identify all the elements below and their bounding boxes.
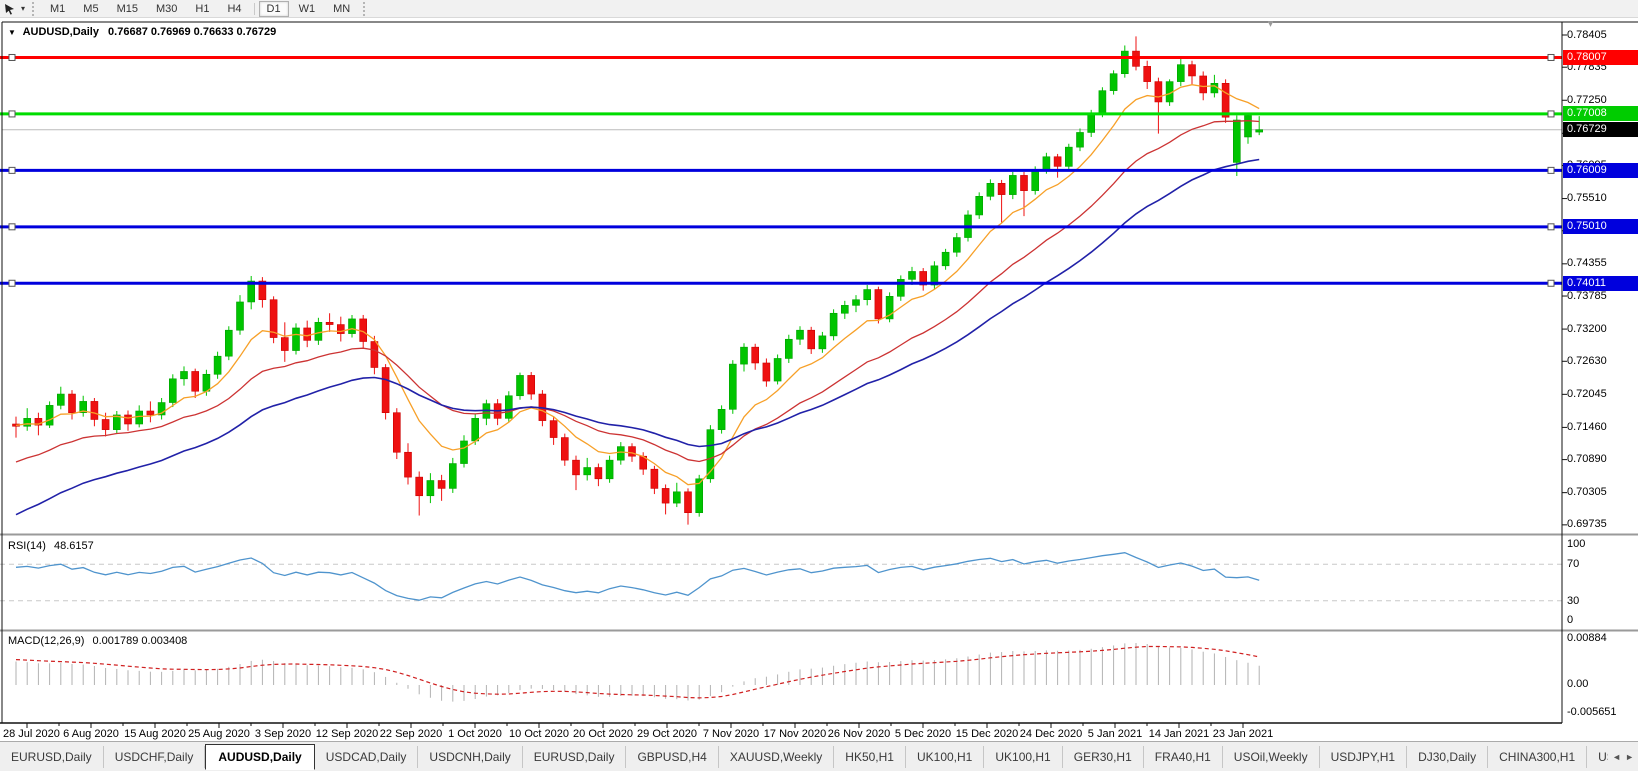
macd-title: MACD(12,26,9) — [8, 635, 84, 647]
timeframe-buttons: M1M5M15M30H1H4 D1W1MN — [41, 1, 359, 17]
rsi-indicator-label: RSI(14) 48.6157 — [8, 540, 94, 552]
rsi-axis-label: 0 — [1567, 614, 1573, 627]
rsi-axis-label: 30 — [1567, 595, 1579, 608]
symbol-tab-uk100-h1[interactable]: UK100,H1 — [984, 746, 1062, 768]
chevron-down-icon[interactable]: ▼ — [8, 28, 16, 37]
price-axis-tick: 0.75510 — [1567, 192, 1607, 205]
chart-title: ▼ AUDUSD,Daily 0.76687 0.76969 0.76633 0… — [8, 26, 276, 38]
symbol-tab-usdjpy-h1[interactable]: USDJPY,H1 — [1320, 746, 1407, 768]
date-axis-label: 15 Dec 2020 — [956, 728, 1018, 740]
date-axis-label: 14 Jan 2021 — [1149, 728, 1210, 740]
tab-scroll-nav: ◄ ► — [1608, 752, 1638, 762]
date-axis-label: 5 Jan 2021 — [1088, 728, 1142, 740]
chart-canvas[interactable] — [0, 18, 1638, 741]
chevron-down-icon[interactable]: ▾ — [18, 4, 28, 13]
date-axis-label: 20 Oct 2020 — [573, 728, 633, 740]
date-axis-label: 3 Sep 2020 — [255, 728, 311, 740]
date-axis-label: 7 Nov 2020 — [703, 728, 759, 740]
date-axis-label: 26 Nov 2020 — [828, 728, 890, 740]
toolbar-separator — [254, 3, 255, 15]
date-axis-label: 29 Oct 2020 — [637, 728, 697, 740]
symbol-tab-audusd-daily[interactable]: AUDUSD,Daily — [205, 744, 314, 770]
timeframe-button-m5[interactable]: M5 — [75, 1, 106, 17]
macd-axis-label: 0.00 — [1567, 678, 1588, 691]
symbol-tab-hk50-h1[interactable]: HK50,H1 — [834, 746, 906, 768]
symbol-tab-usdcad-daily[interactable]: USDCAD,Daily — [315, 746, 419, 768]
date-axis-label: 6 Aug 2020 — [63, 728, 119, 740]
date-axis-label: 5 Dec 2020 — [895, 728, 951, 740]
macd-axis-label: -0.005651 — [1567, 706, 1617, 719]
symbol-tab-usdcnh-daily[interactable]: USDCNH,Daily — [418, 746, 522, 768]
price-axis-tick: 0.78405 — [1567, 29, 1607, 42]
price-axis-tick: 0.72045 — [1567, 388, 1607, 401]
date-axis-label: 23 Jan 2021 — [1213, 728, 1274, 740]
symbol-tabs: EURUSD,DailyUSDCHF,DailyAUDUSD,DailyUSDC… — [0, 742, 1608, 771]
symbol-tab-usdchf-daily[interactable]: USDCHF,Daily — [104, 746, 206, 768]
price-axis-tick: 0.73200 — [1567, 323, 1607, 336]
symbol-tab-eurusd-daily[interactable]: EURUSD,Daily — [523, 746, 627, 768]
price-line-badge: 0.75010 — [1563, 219, 1638, 234]
rsi-axis-label: 70 — [1567, 558, 1579, 571]
toolbar-grip[interactable] — [32, 2, 37, 16]
date-axis-label: 12 Sep 2020 — [316, 728, 378, 740]
timeframe-button-d1[interactable]: D1 — [259, 1, 289, 17]
chart-shift-marker-icon[interactable]: ▾ — [1268, 19, 1273, 30]
macd-axis-label: 0.00884 — [1567, 632, 1607, 645]
price-line-badge: 0.78007 — [1563, 50, 1638, 65]
symbol-tab-china300-h1[interactable]: CHINA300,H1 — [1488, 746, 1587, 768]
symbol-tab-gbpusd-h4[interactable]: GBPUSD,H4 — [626, 746, 718, 768]
rsi-axis-label: 100 — [1567, 538, 1585, 551]
symbol-tab-uk100-h1[interactable]: UK100,H1 — [906, 746, 984, 768]
price-axis-tick: 0.74355 — [1567, 257, 1607, 270]
current-price-badge: 0.76729 — [1563, 122, 1638, 137]
symbol-tab-us[interactable]: US — [1587, 746, 1608, 768]
cursor-tool-icon[interactable] — [2, 2, 18, 16]
price-axis-tick: 0.77250 — [1567, 94, 1607, 107]
timeframe-button-h4[interactable]: H4 — [219, 1, 249, 17]
price-axis-tick: 0.71460 — [1567, 421, 1607, 434]
tab-scroll-right-icon[interactable]: ► — [1625, 752, 1634, 762]
price-axis-tick: 0.69735 — [1567, 518, 1607, 531]
price-axis-tick: 0.72630 — [1567, 355, 1607, 368]
price-axis-tick: 0.73785 — [1567, 290, 1607, 303]
chart-window: ▼ AUDUSD,Daily 0.76687 0.76969 0.76633 0… — [0, 18, 1638, 741]
date-axis-label: 10 Oct 2020 — [509, 728, 569, 740]
symbol-tab-xauusd-weekly[interactable]: XAUUSD,Weekly — [719, 746, 834, 768]
symbol-tabbar: EURUSD,DailyUSDCHF,DailyAUDUSD,DailyUSDC… — [0, 741, 1638, 771]
date-axis-label: 22 Sep 2020 — [380, 728, 442, 740]
symbol-tab-dj30-daily[interactable]: DJ30,Daily — [1407, 746, 1488, 768]
date-axis-label: 24 Dec 2020 — [1020, 728, 1082, 740]
timeframe-button-m15[interactable]: M15 — [109, 1, 146, 17]
macd-values: 0.001789 0.003408 — [92, 635, 187, 647]
date-axis-label: 25 Aug 2020 — [188, 728, 250, 740]
rsi-title: RSI(14) — [8, 540, 46, 552]
cursor-arrow-icon — [4, 3, 16, 15]
symbol-tab-ger30-h1[interactable]: GER30,H1 — [1063, 746, 1144, 768]
timeframe-button-w1[interactable]: W1 — [291, 1, 324, 17]
chart-ohlc-values: 0.76687 0.76969 0.76633 0.76729 — [108, 26, 276, 38]
chart-symbol-label: AUDUSD,Daily — [23, 26, 99, 38]
timeframe-button-mn[interactable]: MN — [325, 1, 358, 17]
price-line-badge: 0.76009 — [1563, 163, 1638, 178]
symbol-tab-fra40-h1[interactable]: FRA40,H1 — [1144, 746, 1223, 768]
price-axis-tick: 0.70305 — [1567, 486, 1607, 499]
symbol-tab-usoil-weekly[interactable]: USOil,Weekly — [1223, 746, 1320, 768]
rsi-value: 48.6157 — [54, 540, 94, 552]
date-axis-label: 28 Jul 2020 — [3, 728, 60, 740]
date-axis-label: 1 Oct 2020 — [448, 728, 502, 740]
timeframe-button-h1[interactable]: H1 — [187, 1, 217, 17]
toolbar-grip-end[interactable] — [363, 2, 368, 16]
price-line-badge: 0.77008 — [1563, 106, 1638, 121]
price-line-badge: 0.74011 — [1563, 276, 1638, 291]
tab-scroll-left-icon[interactable]: ◄ — [1612, 752, 1621, 762]
macd-indicator-label: MACD(12,26,9) 0.001789 0.003408 — [8, 635, 187, 647]
timeframe-button-m30[interactable]: M30 — [148, 1, 185, 17]
timeframe-button-m1[interactable]: M1 — [42, 1, 73, 17]
date-axis-label: 17 Nov 2020 — [764, 728, 826, 740]
timeframe-toolbar: ▾ M1M5M15M30H1H4 D1W1MN — [0, 0, 1638, 18]
date-axis-label: 15 Aug 2020 — [124, 728, 186, 740]
symbol-tab-eurusd-daily[interactable]: EURUSD,Daily — [0, 746, 104, 768]
price-axis-tick: 0.70890 — [1567, 453, 1607, 466]
